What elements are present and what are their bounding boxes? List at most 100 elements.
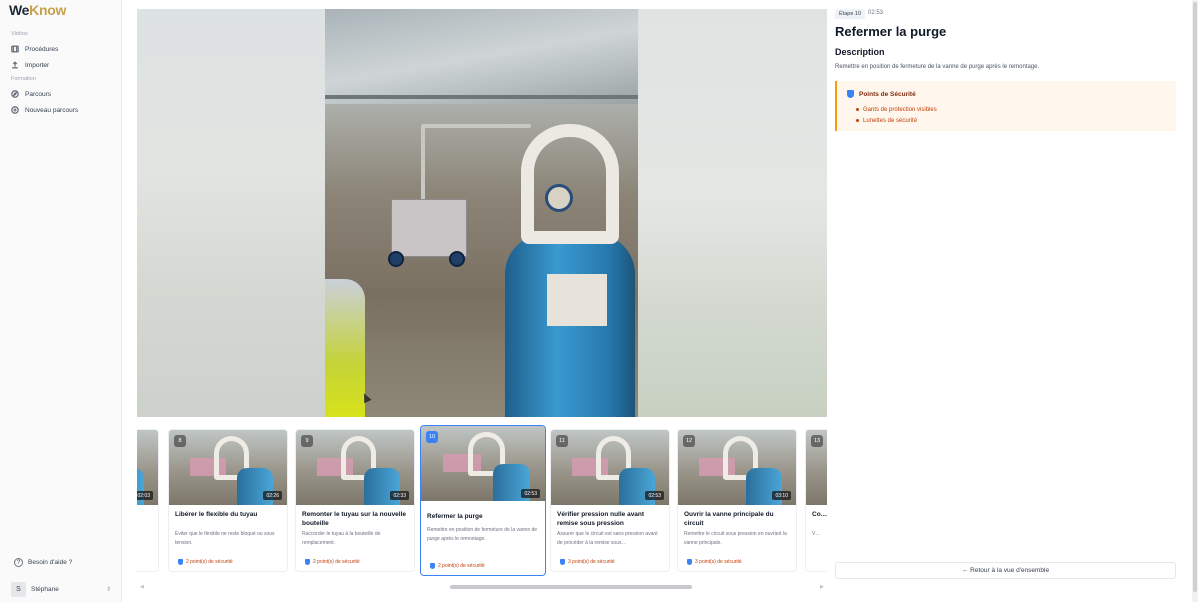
step-card[interactable]: 11 02:53 Vérifier pression nulle avant r… (550, 429, 670, 572)
video-pipe-vertical (421, 127, 425, 207)
shield-icon (305, 559, 310, 565)
shield-icon (687, 559, 692, 565)
step-number: 13 (811, 435, 823, 447)
video-dial-left (388, 251, 404, 267)
page-scrollbar[interactable] (1192, 0, 1198, 602)
safety-item: Lunettes de sécurité (856, 115, 937, 126)
chevron-updown-icon: ⇕ (105, 587, 111, 593)
carousel-scrollbar[interactable] (137, 585, 827, 589)
plus-circle-icon (11, 106, 19, 114)
step-card-desc: Remettre le circuit sous pression en ouv… (684, 531, 787, 546)
help-link[interactable]: ? Besoin d'aide ? (14, 558, 72, 567)
step-number: 8 (174, 435, 186, 447)
step-card-title: Remonter le tuyau sur la nouvelle boutei… (302, 511, 407, 527)
step-number: 10 (426, 431, 438, 443)
page-scroll-thumb[interactable] (1193, 2, 1197, 592)
sidebar-item-label: Parcours (25, 90, 52, 98)
step-card-title: Refermer la purge (427, 513, 483, 520)
step-duration-badge: 03:10 (772, 491, 791, 500)
film-icon (11, 45, 19, 53)
sidebar-item-parcours[interactable]: Parcours (11, 87, 115, 101)
step-duration-badge: 02:26 (263, 491, 282, 500)
shield-icon (430, 563, 435, 569)
logo[interactable]: WeKnow (9, 2, 66, 18)
step-card-desc: Raccorder le tuyau à la bouteille de rem… (302, 531, 381, 546)
upload-icon (12, 61, 18, 69)
scroll-right-icon[interactable]: ▶ (820, 584, 824, 590)
step-duration-badge: 02:33 (390, 491, 409, 500)
carousel-scroll-thumb[interactable] (450, 585, 692, 589)
page-title: Refermer la purge (835, 24, 947, 39)
steps-carousel: 02:03 8 02:26 Libérer le flexible du tuy… (137, 424, 827, 580)
video-window-area (325, 9, 638, 104)
video-glove (325, 279, 365, 417)
shield-icon (178, 559, 183, 565)
safety-list: Gants de protection visibles Lunettes de… (856, 104, 937, 126)
help-icon: ? (14, 558, 23, 567)
step-card-desc: Remettre en position de fermeture de la … (427, 527, 538, 542)
safety-heading: Points de Sécurité (847, 90, 916, 98)
step-number: 9 (301, 435, 313, 447)
step-card[interactable]: 13 Co… V… (805, 429, 827, 572)
safety-count: 2 point(s) de sécurité (430, 563, 485, 569)
step-card-desc: Assurer que le circuit est sans pression… (557, 531, 658, 546)
video-cylinder-cap (521, 124, 619, 244)
step-card[interactable]: 12 03:10 Ouvrir la vanne principale du c… (677, 429, 797, 572)
step-card[interactable]: 02:03 (137, 429, 159, 572)
sidebar-item-new-parcours[interactable]: Nouveau parcours (11, 103, 115, 117)
step-number: 11 (556, 435, 568, 447)
step-card-desc: Éviter que le flexible ne reste bloqué o… (175, 531, 275, 546)
video-frame (325, 9, 638, 417)
step-duration: 02:53 (868, 10, 884, 16)
shield-icon (847, 90, 854, 98)
section-label-videos: Vidéos (11, 31, 28, 37)
sidebar-item-label: Procédures (25, 45, 59, 53)
safety-count: 3 point(s) de sécurité (687, 559, 742, 565)
user-menu[interactable]: S Stéphane ⇕ (11, 582, 111, 597)
video-blur-left (137, 9, 325, 417)
step-duration-badge: 02:03 (137, 491, 153, 500)
safety-count-label: 2 point(s) de sécurité (313, 559, 360, 565)
app: WeKnow Vidéos Procédures Importer Format… (0, 0, 1200, 602)
video-dial-right (449, 251, 465, 267)
description-heading: Description (835, 47, 885, 57)
user-name: Stéphane (31, 586, 59, 593)
video-cylinder-label (547, 274, 607, 326)
shield-icon (560, 559, 565, 565)
safety-count: 2 point(s) de sécurité (305, 559, 360, 565)
video-gauge-panel (391, 199, 467, 257)
safety-count-label: 3 point(s) de sécurité (695, 559, 742, 565)
safety-count: 3 point(s) de sécurité (560, 559, 615, 565)
video-beam (325, 95, 638, 99)
sidebar-item-label: Nouveau parcours (25, 106, 79, 114)
video-pipe-horizontal (421, 124, 531, 128)
step-card-title: Libérer le flexible du tuyau (175, 511, 258, 518)
description-text: Remettre en position de fermeture de la … (835, 64, 1040, 70)
sidebar: WeKnow Vidéos Procédures Importer Format… (0, 0, 122, 602)
safety-count: 2 point(s) de sécurité (178, 559, 233, 565)
safety-callout: Points de Sécurité Gants de protection v… (835, 81, 1176, 131)
section-label-training: Formation (11, 76, 36, 82)
avatar: S (11, 582, 26, 597)
step-card-title: Vérifier pression nulle avant remise sou… (557, 511, 645, 527)
step-card-active[interactable]: 10 02:53 Refermer la purge Remettre en p… (420, 425, 546, 576)
sidebar-item-label: Importer (25, 61, 50, 69)
step-card[interactable]: 9 02:33 Remonter le tuyau sur la nouvell… (295, 429, 415, 572)
step-duration-badge: 02:53 (521, 489, 540, 498)
sidebar-item-import[interactable]: Importer (11, 58, 115, 72)
logo-know: Know (29, 2, 67, 18)
sidebar-item-procedures[interactable]: Procédures (11, 42, 115, 56)
help-label: Besoin d'aide ? (28, 559, 73, 566)
logo-we: We (9, 2, 30, 18)
video-player[interactable] (137, 9, 827, 417)
step-duration-badge: 02:53 (645, 491, 664, 500)
safety-count-label: 2 point(s) de sécurité (438, 563, 485, 569)
safety-item: Gants de protection visibles (856, 104, 937, 115)
video-blur-right (638, 9, 827, 417)
step-card-title: Co… (812, 511, 827, 518)
back-to-overview-button[interactable]: ← Retour à la vue d'ensemble (835, 562, 1176, 579)
step-card-title: Ouvrir la vanne principale du circuit (684, 511, 774, 527)
step-number: 12 (683, 435, 695, 447)
step-card[interactable]: 8 02:26 Libérer le flexible du tuyau Évi… (168, 429, 288, 572)
compass-icon (11, 90, 19, 98)
